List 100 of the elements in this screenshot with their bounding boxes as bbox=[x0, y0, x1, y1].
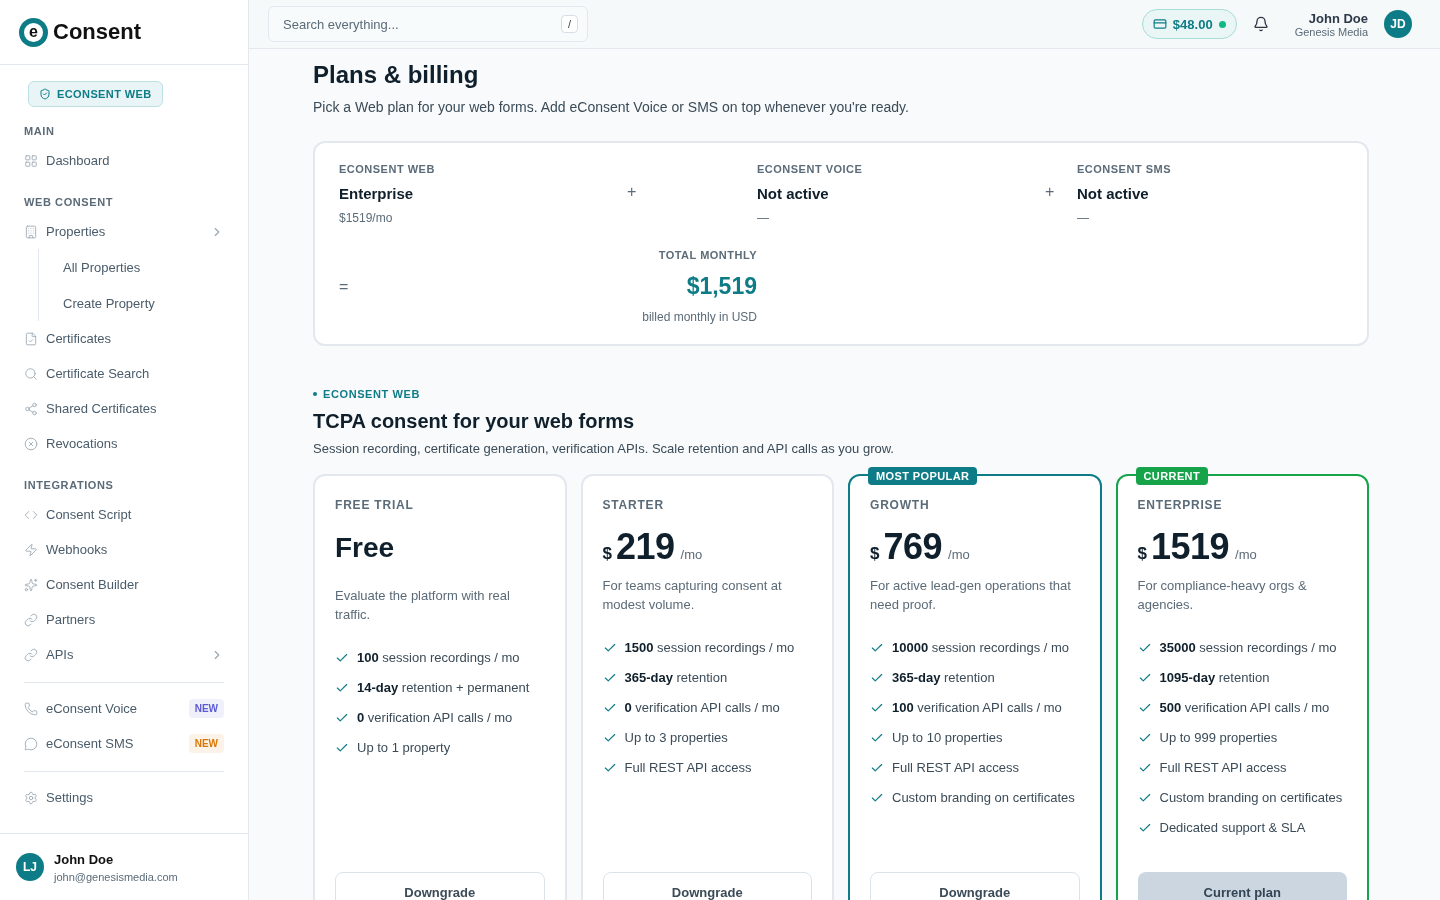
status-dot bbox=[1218, 20, 1226, 28]
total-label: TOTAL MONTHLY bbox=[657, 249, 757, 261]
plan-feature: 500 verification API calls / mo bbox=[1159, 699, 1330, 717]
plan-feature: 14-day retention + permanent bbox=[357, 679, 530, 697]
close-circle-icon bbox=[24, 436, 38, 451]
check-icon bbox=[870, 671, 884, 685]
plan-badge: MOST POPULAR bbox=[868, 467, 978, 485]
section-heading: WEB CONSENT bbox=[24, 196, 115, 208]
plan-feature: 10000 session recordings / mo bbox=[892, 639, 1070, 657]
phone-icon bbox=[24, 701, 38, 716]
document-icon bbox=[24, 331, 38, 346]
check-icon bbox=[1137, 731, 1152, 745]
check-icon bbox=[602, 641, 617, 655]
plus-sign: + bbox=[1044, 183, 1055, 201]
plan-price: Free bbox=[335, 532, 395, 564]
check-icon bbox=[335, 741, 349, 755]
plan-feature: 1095-day retention bbox=[1159, 669, 1270, 687]
user-avatar: LJ bbox=[16, 853, 44, 881]
check-icon bbox=[870, 641, 884, 655]
bullet-dot bbox=[313, 392, 317, 396]
nav-item[interactable]: eConsent Voice bbox=[46, 701, 138, 716]
nav-item[interactable]: Dashboard bbox=[46, 153, 110, 168]
product-label: ECONSENT VOICE bbox=[757, 163, 864, 175]
nav-item[interactable]: Revocations bbox=[46, 436, 118, 451]
notifications-icon[interactable] bbox=[1252, 16, 1269, 32]
check-icon bbox=[1137, 641, 1152, 655]
user-avatar[interactable]: JD bbox=[1384, 10, 1412, 38]
plan-name: FREE TRIAL bbox=[335, 498, 415, 512]
plan-feature: Custom branding on certificates bbox=[892, 789, 1075, 807]
nav-item[interactable]: eConsent SMS bbox=[46, 736, 134, 751]
nav-item[interactable]: Consent Builder bbox=[46, 577, 139, 592]
section-eyebrow: ECONSENT WEB bbox=[323, 388, 421, 400]
plan-feature: 100 session recordings / mo bbox=[357, 649, 520, 667]
plan-name: ENTERPRISE bbox=[1137, 498, 1224, 512]
shield-icon bbox=[39, 88, 51, 100]
sparkles-icon bbox=[24, 577, 38, 592]
nav-item[interactable]: Shared Certificates bbox=[46, 401, 157, 416]
downgrade-button[interactable]: Downgrade bbox=[602, 872, 812, 900]
plan-name: GROWTH bbox=[870, 498, 931, 512]
product-price: $1519/mo bbox=[339, 211, 394, 225]
nav-item[interactable]: APIs bbox=[46, 647, 74, 662]
nav-item[interactable]: Webhooks bbox=[46, 542, 108, 557]
downgrade-button[interactable]: Downgrade bbox=[870, 872, 1080, 900]
nav-subitem[interactable]: Create Property bbox=[63, 295, 155, 311]
plan-feature: 1500 session recordings / mo bbox=[624, 639, 795, 657]
price-period: /mo bbox=[1235, 547, 1257, 562]
product-badge[interactable]: ECONSENT WEB bbox=[28, 81, 163, 107]
plan-feature: 100 verification API calls / mo bbox=[892, 699, 1062, 717]
nav-item[interactable]: Consent Script bbox=[46, 507, 132, 522]
share-icon bbox=[24, 401, 38, 416]
nav-item[interactable]: Properties bbox=[46, 224, 106, 239]
plan-feature: Dedicated support & SLA bbox=[1159, 819, 1306, 837]
plan-description: For teams capturing consent at modest volume. bbox=[602, 577, 783, 614]
check-icon bbox=[335, 711, 349, 725]
plan-feature: 35000 session recordings / mo bbox=[1159, 639, 1337, 657]
price-period: /mo bbox=[948, 547, 970, 562]
page-title: Plans & billing bbox=[313, 61, 480, 89]
currency-symbol: $ bbox=[870, 544, 880, 564]
check-icon bbox=[602, 671, 617, 685]
check-icon bbox=[1137, 821, 1152, 835]
building-icon bbox=[24, 224, 38, 239]
nav-item[interactable]: Partners bbox=[46, 612, 96, 627]
balance-pill[interactable]: $48.00 bbox=[1141, 9, 1237, 39]
check-icon bbox=[602, 701, 617, 715]
check-icon bbox=[602, 761, 617, 775]
plan-description: For compliance-heavy orgs & agencies. bbox=[1137, 577, 1308, 614]
check-icon bbox=[1137, 671, 1152, 685]
plan-description: Evaluate the platform with real traffic. bbox=[335, 587, 511, 624]
check-icon bbox=[870, 701, 884, 715]
plan-feature: Full REST API access bbox=[892, 759, 1019, 777]
plan-name: STARTER bbox=[602, 498, 665, 512]
chat-icon bbox=[24, 736, 38, 751]
settings-icon bbox=[24, 790, 38, 805]
plan-feature: 0 verification API calls / mo bbox=[624, 699, 780, 717]
check-icon bbox=[335, 651, 349, 665]
current-plan-button[interactable]: Current plan bbox=[1137, 872, 1347, 900]
logo-text: Consent bbox=[53, 19, 141, 45]
currency-symbol: $ bbox=[1137, 544, 1147, 564]
check-icon bbox=[1137, 761, 1152, 775]
product-plan: Not active bbox=[1077, 185, 1150, 202]
link-icon bbox=[24, 647, 38, 662]
logo-mark: e bbox=[20, 18, 47, 46]
nav-item[interactable]: Settings bbox=[46, 790, 93, 805]
nav-subitem[interactable]: All Properties bbox=[63, 259, 141, 275]
product-label: ECONSENT SMS bbox=[1077, 163, 1172, 175]
downgrade-button[interactable]: Downgrade bbox=[335, 872, 545, 900]
check-icon bbox=[870, 731, 884, 745]
check-icon bbox=[870, 761, 884, 775]
plan-price: 769 bbox=[883, 526, 943, 568]
link-icon bbox=[24, 612, 38, 627]
lightning-icon bbox=[24, 542, 38, 557]
plan-price: 1519 bbox=[1150, 526, 1230, 568]
check-icon bbox=[870, 791, 884, 805]
plan-description: For active lead-gen operations that need proof. bbox=[870, 577, 1072, 614]
product-price: — bbox=[1077, 211, 1090, 225]
product-price: — bbox=[757, 211, 770, 225]
nav-item[interactable]: Certificates bbox=[46, 331, 112, 346]
nav-item[interactable]: Certificate Search bbox=[46, 366, 150, 381]
plan-feature: Up to 3 properties bbox=[624, 729, 728, 747]
card-icon bbox=[1152, 17, 1167, 31]
